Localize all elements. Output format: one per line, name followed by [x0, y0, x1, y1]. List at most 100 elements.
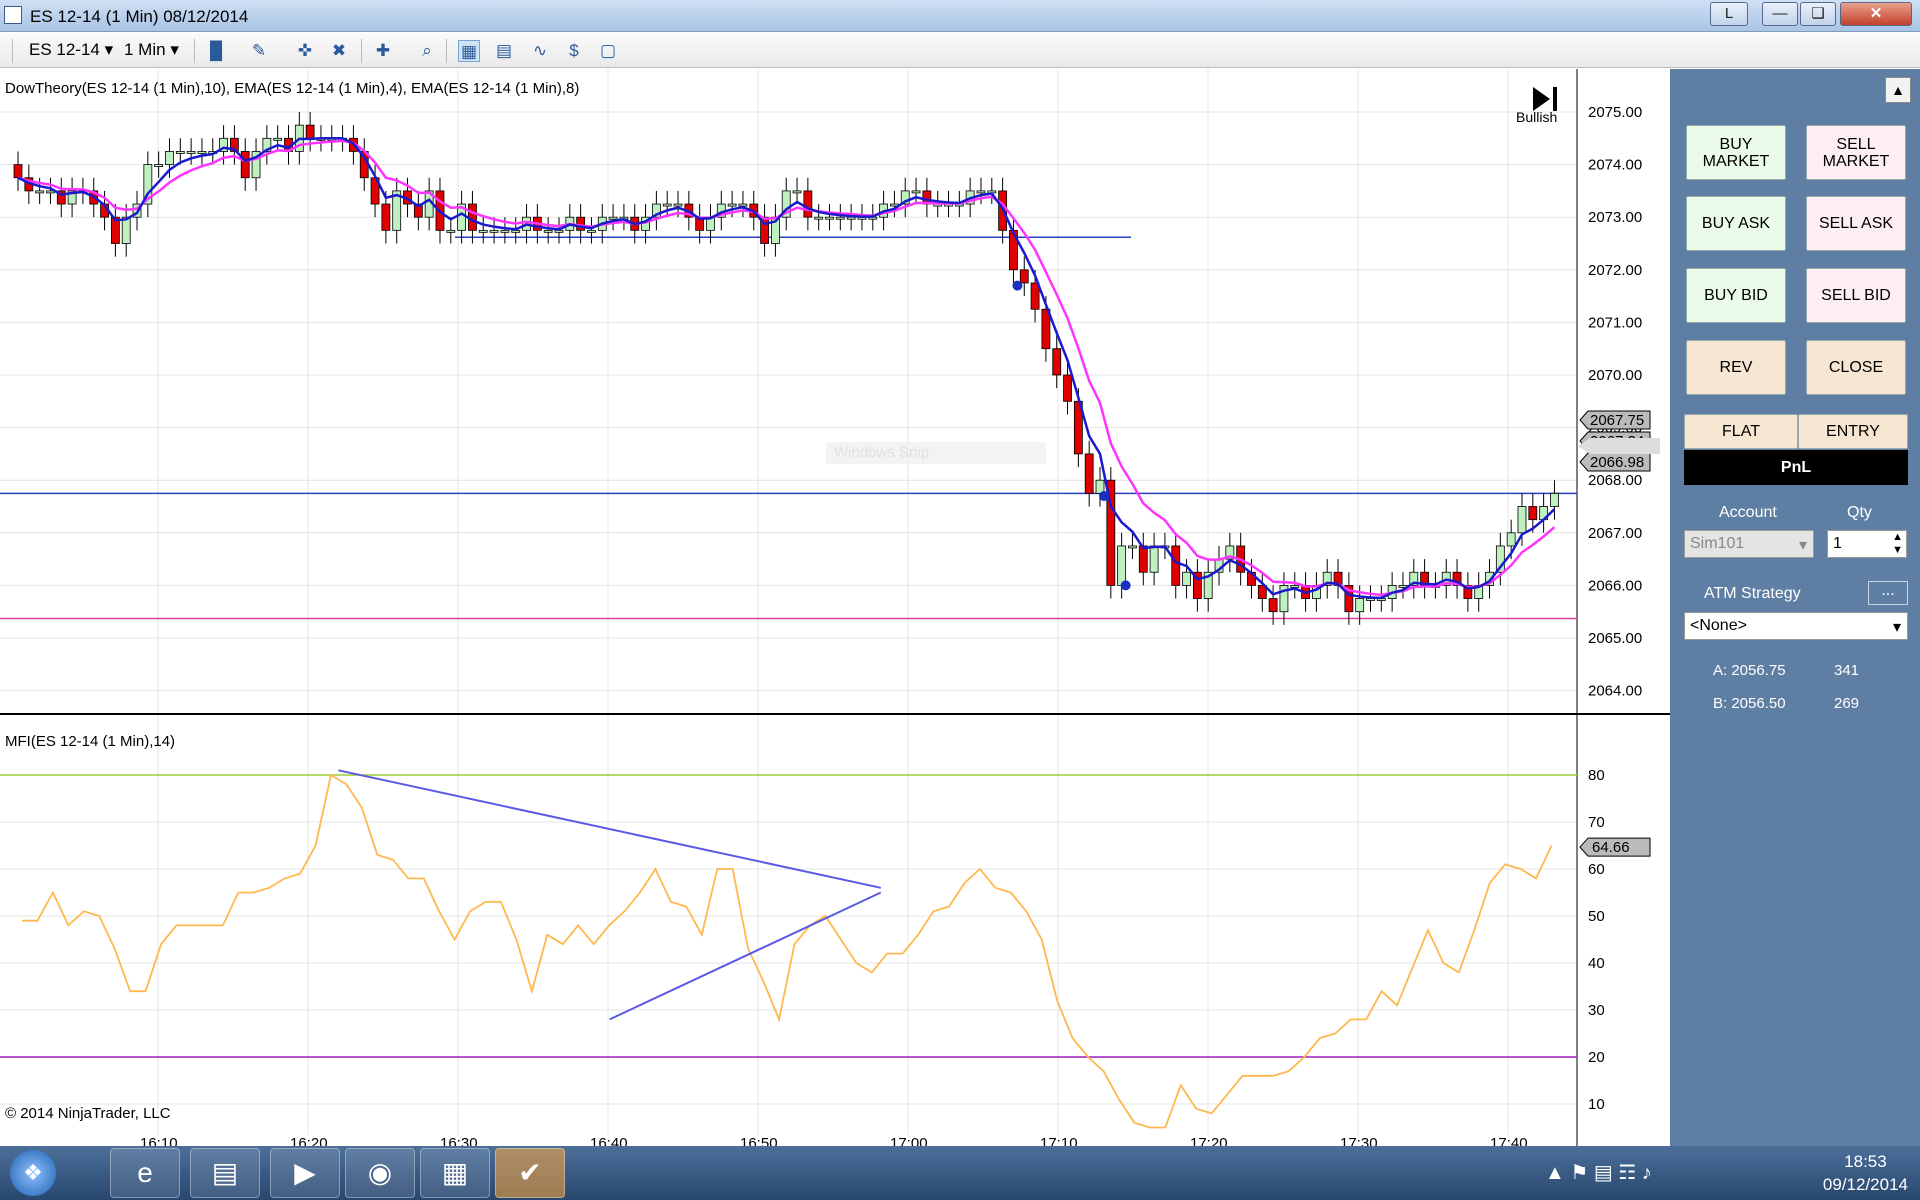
maximize-button[interactable]: ❏: [1800, 2, 1836, 26]
zoom-icon[interactable]: ⌕: [416, 40, 438, 62]
mfi-line: [22, 773, 1553, 1129]
mfi-tick-label: 10: [1588, 1096, 1605, 1113]
price-tick-label: 2064.00: [1588, 683, 1642, 700]
properties-icon[interactable]: ▢: [597, 40, 619, 62]
candle-body: [1052, 348, 1062, 376]
candle-body: [197, 151, 207, 154]
price-tick-label: 2071.00: [1588, 314, 1642, 331]
app-icon: [4, 6, 22, 24]
candle-body: [1506, 532, 1516, 547]
entry-button[interactable]: ENTRY: [1798, 414, 1908, 449]
mfi-tick-label: 70: [1588, 814, 1605, 831]
chart-area[interactable]: 2075.00 2074.00 2073.00 2072.00 2071.00 2070.…: [0, 69, 1670, 1146]
candle-body: [489, 229, 499, 233]
candle-body: [673, 203, 683, 207]
browser-taskbar-icon[interactable]: e: [110, 1148, 180, 1198]
clock[interactable]: 18:53 09/12/2014: [1823, 1150, 1908, 1196]
close-window-button[interactable]: ✕: [1840, 2, 1912, 26]
candle-body: [727, 203, 737, 207]
time-tick-label: 16:30: [440, 1135, 478, 1146]
atm-strategy-label: ATM Strategy: [1704, 585, 1801, 602]
start-button[interactable]: ❖: [10, 1150, 56, 1196]
buy-market-button[interactable]: BUY MARKET: [1686, 125, 1786, 180]
ninjatrader-taskbar-icon[interactable]: ✔: [495, 1148, 565, 1198]
time-tick-label: 17:00: [890, 1135, 928, 1146]
time-tick-label: 16:20: [290, 1135, 328, 1146]
chevron-down-icon: ▾: [104, 40, 114, 59]
strategies-icon[interactable]: ∿: [529, 40, 551, 62]
price-chart: 2075.00 2074.00 2073.00 2072.00 2071.00 2070.…: [0, 69, 1670, 715]
media-taskbar-icon[interactable]: ▶: [270, 1148, 340, 1198]
last-price-marker: [1578, 438, 1660, 454]
atm-strategy-select[interactable]: <None> ▾: [1684, 612, 1908, 640]
sell-ask-button[interactable]: SELL ASK: [1806, 196, 1906, 251]
candle-body: [1138, 545, 1148, 573]
instrument-select[interactable]: ES 12-14 ▾: [29, 40, 113, 60]
link-button[interactable]: L: [1710, 2, 1748, 26]
dollar-icon[interactable]: $: [563, 40, 585, 62]
candle-body: [576, 216, 586, 231]
candle-body: [1030, 282, 1040, 310]
buy-ask-button[interactable]: BUY ASK: [1686, 196, 1786, 251]
mfi-tick-label: 40: [1588, 955, 1605, 972]
candle-body: [240, 151, 250, 179]
mfi-tick-label: 20: [1588, 1049, 1605, 1066]
atm-more-button[interactable]: ...: [1868, 581, 1908, 605]
candle-body: [175, 151, 185, 154]
candle-body: [478, 229, 488, 233]
tray-icons[interactable]: ▲ ⚑ ▤ ☶ ♪: [1545, 1160, 1652, 1185]
buy-bid-button[interactable]: BUY BID: [1686, 268, 1786, 323]
price-tick-label: 2068.00: [1588, 472, 1642, 489]
copyright-label: © 2014 NinjaTrader, LLC: [5, 1105, 171, 1122]
stepper-arrows-icon[interactable]: ▲ ▼: [1892, 531, 1903, 557]
quantity-stepper[interactable]: 1 ▲ ▼: [1827, 530, 1907, 558]
indicator-label: DowTheory(ES 12-14 (1 Min),10), EMA(ES 1…: [5, 80, 580, 97]
candle-body: [662, 203, 672, 207]
candlestick-style-icon[interactable]: █: [205, 40, 227, 62]
chrome-taskbar-icon[interactable]: ◉: [345, 1148, 415, 1198]
price-tick-label: 2074.00: [1588, 157, 1642, 174]
close-position-button[interactable]: CLOSE: [1806, 340, 1906, 395]
indicators-icon[interactable]: ▤: [493, 40, 515, 62]
candle-body: [1128, 545, 1137, 549]
candle-body: [1084, 453, 1094, 494]
candle-body: [446, 229, 456, 233]
sell-market-button[interactable]: SELL MARKET: [1806, 125, 1906, 180]
price-badge-label: 2066.98: [1590, 454, 1644, 471]
bid-price: B: 2056.50: [1713, 695, 1786, 712]
candle-body: [35, 190, 45, 194]
reverse-button[interactable]: REV: [1686, 340, 1786, 395]
candle-body: [273, 137, 283, 141]
sell-bid-button[interactable]: SELL BID: [1806, 268, 1906, 323]
candle-body: [1517, 506, 1527, 534]
remove-drawing-icon[interactable]: ✖: [328, 40, 350, 62]
drawing-tool-icon[interactable]: ✎: [248, 40, 270, 62]
pin-icon[interactable]: ✜: [294, 40, 316, 62]
crosshair-icon[interactable]: ✚: [372, 40, 394, 62]
pause-bar-icon: [1553, 87, 1557, 111]
time-tick-label: 17:20: [1190, 1135, 1228, 1146]
flat-button[interactable]: FLAT: [1684, 414, 1798, 449]
time-tick-label: 17:30: [1340, 1135, 1378, 1146]
candle-body: [13, 164, 23, 179]
candle-body: [1171, 545, 1181, 586]
candle-body: [381, 203, 391, 231]
snip-watermark: Windows Snip: [826, 442, 1046, 464]
interval-select[interactable]: 1 Min ▾: [124, 40, 179, 60]
time-tick-label: 17:40: [1490, 1135, 1528, 1146]
title-bar: ES 12-14 (1 Min) 08/12/2014 L — ❏ ✕: [0, 0, 1920, 32]
collapse-up-icon[interactable]: ▲: [1885, 77, 1911, 103]
candle-body: [1290, 585, 1300, 588]
candle-body: [186, 151, 196, 154]
candle-body: [835, 216, 845, 220]
minimize-button[interactable]: —: [1762, 2, 1798, 26]
apps-taskbar-icon[interactable]: ▦: [420, 1148, 490, 1198]
candle-body: [154, 164, 164, 167]
folder-taskbar-icon[interactable]: ▤: [190, 1148, 260, 1198]
chart-trader-icon[interactable]: ▦: [458, 40, 480, 62]
candle-body: [608, 216, 618, 220]
chevron-down-icon: ▾: [1892, 619, 1901, 636]
mfi-tick-label: 80: [1588, 767, 1605, 784]
candle-body: [911, 190, 921, 194]
account-select[interactable]: Sim101 ▾: [1684, 530, 1814, 558]
